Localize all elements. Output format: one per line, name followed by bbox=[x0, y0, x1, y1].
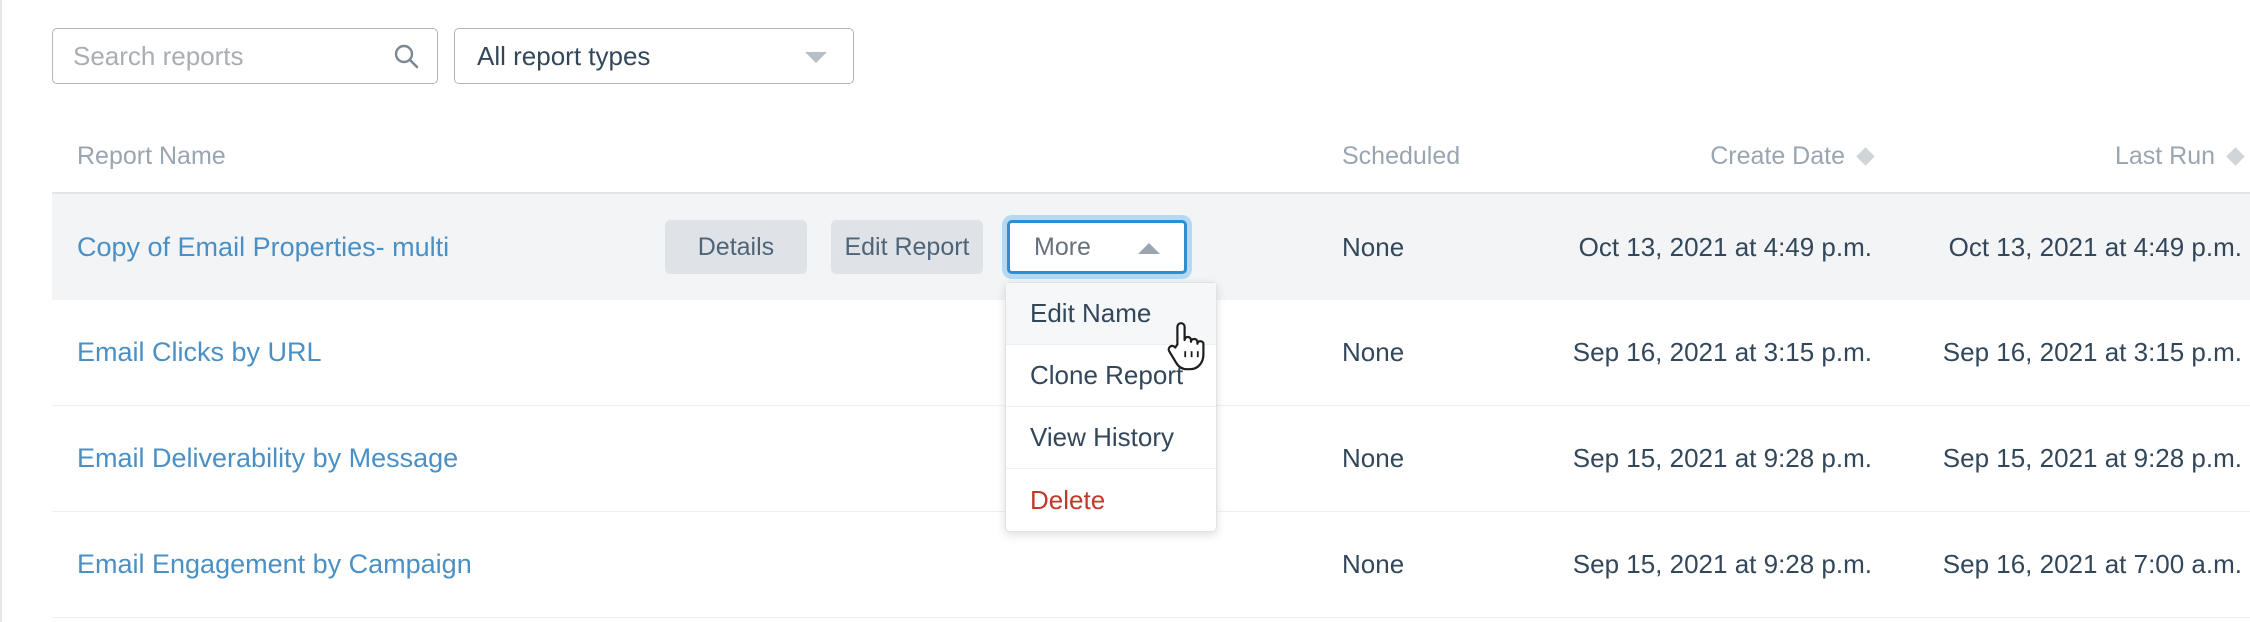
menu-item-delete-label: Delete bbox=[1030, 485, 1105, 516]
last-run-cell: Sep 16, 2021 at 3:15 p.m. bbox=[1877, 337, 2250, 368]
last-run-value: Sep 15, 2021 at 9:28 p.m. bbox=[1943, 443, 2242, 473]
more-dropdown: More Edit Name Clone Report View History bbox=[1007, 220, 1187, 274]
last-run-cell: Sep 16, 2021 at 7:00 a.m. bbox=[1877, 549, 2250, 580]
scheduled-value: None bbox=[1342, 232, 1404, 262]
edit-report-button[interactable]: Edit Report bbox=[831, 220, 983, 274]
menu-item-edit-name[interactable]: Edit Name bbox=[1006, 283, 1216, 345]
scheduled-cell: None bbox=[1187, 337, 1457, 368]
menu-item-edit-name-label: Edit Name bbox=[1030, 298, 1151, 329]
scheduled-cell: None bbox=[1187, 232, 1457, 263]
column-header-scheduled[interactable]: Scheduled bbox=[1187, 142, 1457, 171]
more-button-label: More bbox=[1034, 233, 1091, 262]
last-run-value: Sep 16, 2021 at 3:15 p.m. bbox=[1943, 337, 2242, 367]
report-name-cell: Email Engagement by Campaign bbox=[52, 549, 562, 580]
menu-item-view-history[interactable]: View History bbox=[1006, 407, 1216, 469]
reports-table: Report Name Scheduled Create Date Last R… bbox=[52, 120, 2250, 618]
reports-list-page: All report types Report Name Scheduled C… bbox=[0, 0, 2250, 622]
report-name-cell: Email Clicks by URL bbox=[52, 337, 562, 368]
report-type-filter-select[interactable]: All report types bbox=[454, 28, 854, 84]
report-name-link[interactable]: Email Clicks by URL bbox=[77, 337, 322, 367]
details-button[interactable]: Details bbox=[665, 220, 807, 274]
last-run-value: Sep 16, 2021 at 7:00 a.m. bbox=[1943, 549, 2242, 579]
menu-item-view-history-label: View History bbox=[1030, 422, 1174, 453]
column-header-create-date[interactable]: Create Date bbox=[1457, 142, 1877, 171]
last-run-cell: Sep 15, 2021 at 9:28 p.m. bbox=[1877, 443, 2250, 474]
sort-diamond-icon[interactable] bbox=[1856, 147, 1874, 165]
chevron-up-icon bbox=[1138, 243, 1160, 254]
report-type-filter-value: All report types bbox=[455, 43, 650, 69]
scheduled-value: None bbox=[1342, 443, 1404, 473]
scheduled-value: None bbox=[1342, 337, 1404, 367]
column-header-report-name-label: Report Name bbox=[77, 142, 226, 171]
table-row[interactable]: Copy of Email Properties- multi Details … bbox=[52, 194, 2250, 300]
scheduled-value: None bbox=[1342, 549, 1404, 579]
report-name-link[interactable]: Copy of Email Properties- multi bbox=[77, 232, 449, 262]
column-header-last-run[interactable]: Last Run bbox=[1877, 142, 2250, 171]
table-header-row: Report Name Scheduled Create Date Last R… bbox=[52, 120, 2250, 194]
create-date-cell: Sep 15, 2021 at 9:28 p.m. bbox=[1457, 549, 1877, 580]
last-run-value: Oct 13, 2021 at 4:49 p.m. bbox=[1949, 232, 2242, 262]
create-date-value: Sep 15, 2021 at 9:28 p.m. bbox=[1573, 443, 1872, 473]
chevron-down-icon bbox=[805, 52, 827, 63]
column-header-create-date-label: Create Date bbox=[1710, 142, 1845, 171]
reports-toolbar: All report types bbox=[52, 28, 854, 84]
more-button[interactable]: More bbox=[1007, 220, 1187, 274]
more-dropdown-menu: Edit Name Clone Report View History Dele… bbox=[1005, 282, 1217, 532]
report-name-link[interactable]: Email Engagement by Campaign bbox=[77, 549, 472, 579]
row-actions-cell: Details Edit Report More Edit Name Clone… bbox=[562, 220, 1187, 274]
report-name-cell: Email Deliverability by Message bbox=[52, 443, 562, 474]
column-header-last-run-label: Last Run bbox=[2115, 142, 2215, 171]
last-run-cell: Oct 13, 2021 at 4:49 p.m. bbox=[1877, 232, 2250, 263]
sort-diamond-icon[interactable] bbox=[2226, 147, 2244, 165]
create-date-cell: Sep 16, 2021 at 3:15 p.m. bbox=[1457, 337, 1877, 368]
column-header-report-name[interactable]: Report Name bbox=[52, 142, 562, 171]
create-date-cell: Oct 13, 2021 at 4:49 p.m. bbox=[1457, 232, 1877, 263]
create-date-value: Sep 15, 2021 at 9:28 p.m. bbox=[1573, 549, 1872, 579]
column-header-scheduled-label: Scheduled bbox=[1342, 142, 1460, 171]
create-date-value: Oct 13, 2021 at 4:49 p.m. bbox=[1579, 232, 1872, 262]
menu-item-clone-report[interactable]: Clone Report bbox=[1006, 345, 1216, 407]
create-date-cell: Sep 15, 2021 at 9:28 p.m. bbox=[1457, 443, 1877, 474]
create-date-value: Sep 16, 2021 at 3:15 p.m. bbox=[1573, 337, 1872, 367]
report-name-link[interactable]: Email Deliverability by Message bbox=[77, 443, 458, 473]
menu-item-clone-report-label: Clone Report bbox=[1030, 360, 1183, 391]
scheduled-cell: None bbox=[1187, 549, 1457, 580]
report-name-cell: Copy of Email Properties- multi bbox=[52, 232, 562, 263]
search-input[interactable] bbox=[53, 29, 437, 83]
menu-item-delete[interactable]: Delete bbox=[1006, 469, 1216, 531]
scheduled-cell: None bbox=[1187, 443, 1457, 474]
search-reports-box[interactable] bbox=[52, 28, 438, 84]
